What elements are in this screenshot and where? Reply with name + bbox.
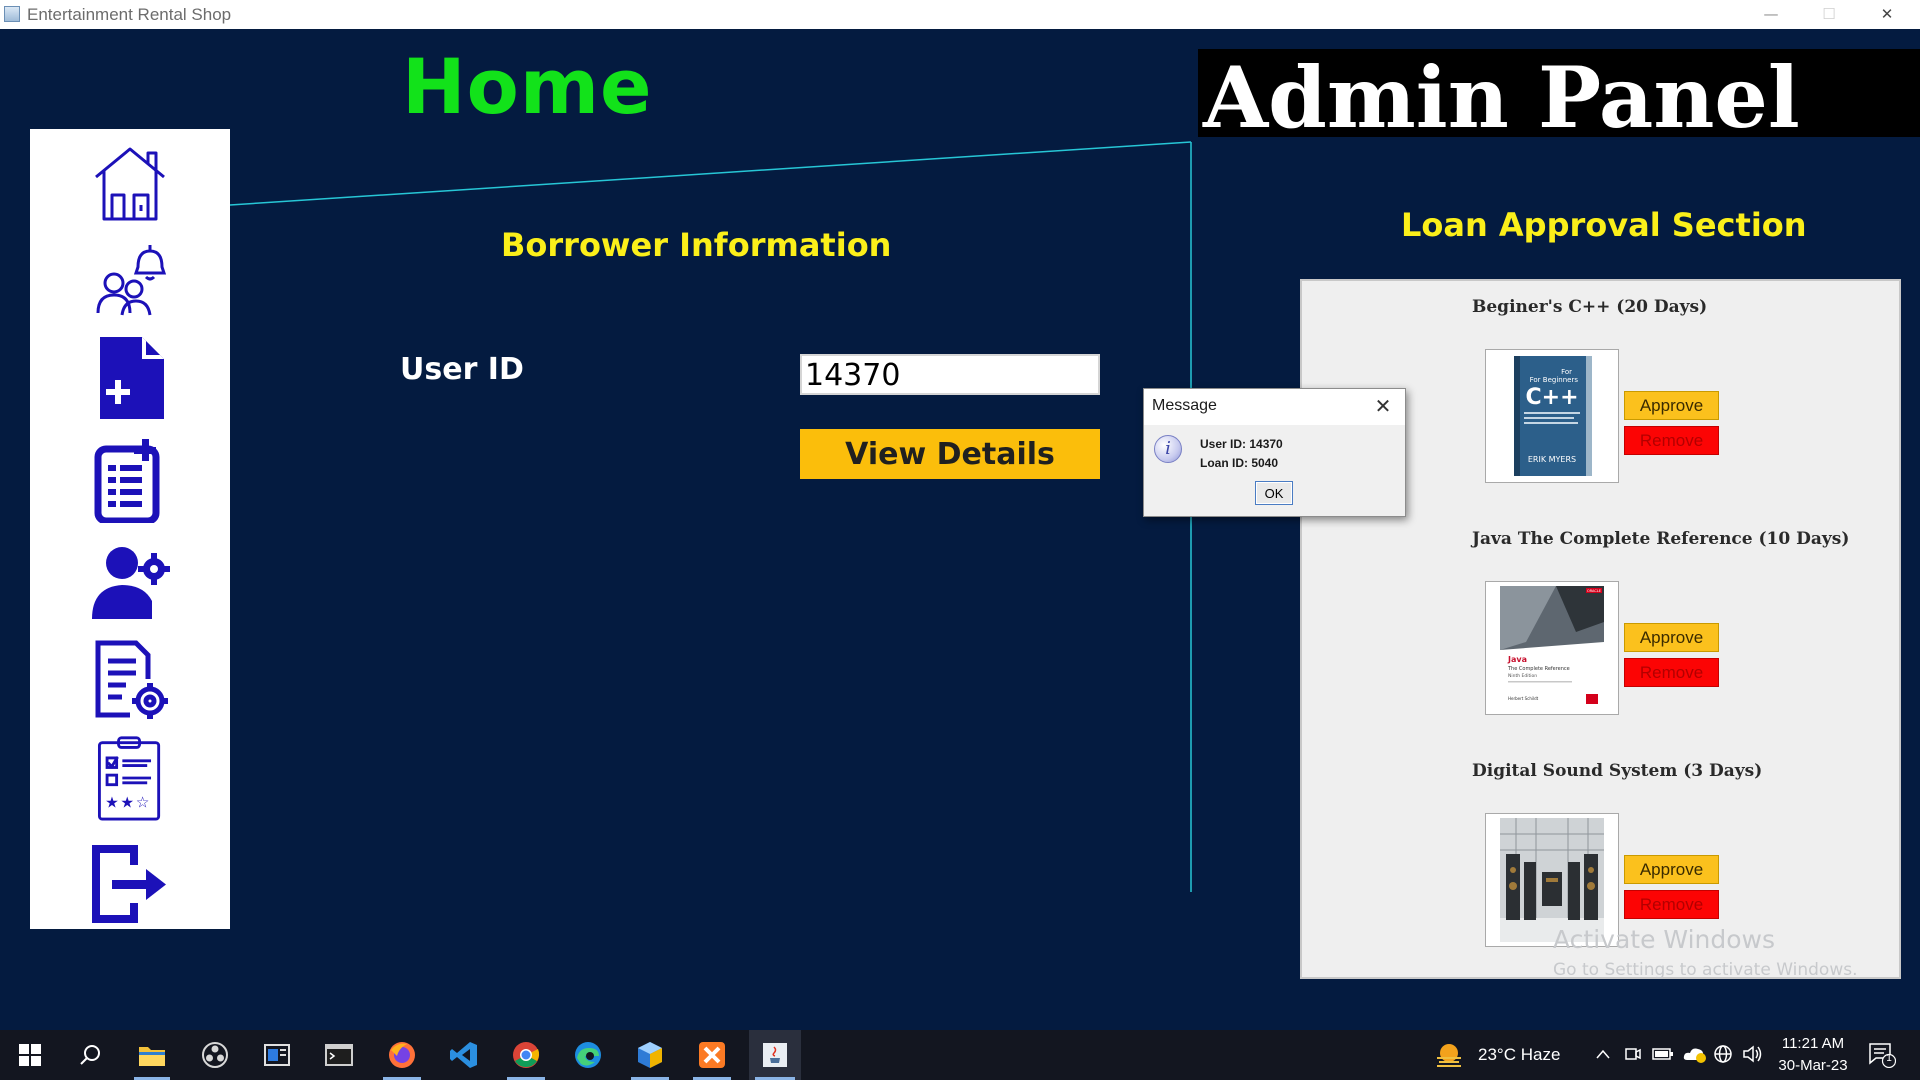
dialog-titlebar: Message ✕ bbox=[1144, 389, 1405, 425]
java-icon bbox=[763, 1043, 787, 1067]
dialog-title: Message bbox=[1152, 397, 1217, 414]
xampp-button[interactable] bbox=[687, 1030, 737, 1080]
battery-icon[interactable] bbox=[1652, 1046, 1674, 1062]
minimize-button[interactable]: — bbox=[1742, 0, 1800, 29]
document-settings-icon[interactable] bbox=[90, 637, 170, 723]
svg-text:★: ★ bbox=[105, 794, 119, 812]
java-book-cover: ORACLE Java The Complete Reference Ninth… bbox=[1485, 581, 1619, 715]
home-icon[interactable] bbox=[90, 139, 170, 225]
window-title: Entertainment Rental Shop bbox=[27, 5, 232, 24]
svg-text:For: For bbox=[1561, 368, 1572, 376]
start-button[interactable] bbox=[0, 1030, 60, 1080]
maximize-button[interactable]: ☐ bbox=[1800, 0, 1858, 29]
loan-approval-heading: Loan Approval Section bbox=[1401, 206, 1807, 244]
xampp-icon bbox=[699, 1042, 725, 1068]
meet-now-icon[interactable] bbox=[1624, 1045, 1642, 1063]
file-explorer-button[interactable] bbox=[128, 1030, 176, 1080]
activate-windows-watermark: Activate Windows bbox=[1553, 925, 1775, 954]
view-details-button[interactable]: View Details bbox=[800, 429, 1100, 479]
loan-item-title: Digital Sound System (3 Days) bbox=[1472, 761, 1763, 781]
svg-text:★: ★ bbox=[120, 794, 134, 812]
java-cover-author: Herbert Schildt bbox=[1508, 696, 1539, 701]
terminal-button[interactable] bbox=[315, 1030, 363, 1080]
vscode-icon bbox=[450, 1042, 477, 1068]
obs-icon bbox=[202, 1042, 228, 1068]
java-cover-edition: Ninth Edition bbox=[1508, 673, 1537, 679]
close-button[interactable]: ✕ bbox=[1858, 0, 1916, 29]
users-notification-icon[interactable] bbox=[90, 239, 170, 325]
user-settings-icon[interactable] bbox=[90, 539, 170, 625]
edge-button[interactable] bbox=[563, 1030, 613, 1080]
rating-clipboard-icon[interactable]: ★ ★ ☆ bbox=[90, 735, 170, 821]
cpp-cover-author: ERIK MYERS bbox=[1528, 455, 1576, 464]
page-title: Home bbox=[402, 42, 653, 131]
approve-button[interactable]: Approve bbox=[1624, 855, 1719, 884]
search-button[interactable] bbox=[62, 1030, 118, 1080]
message-dialog: Message ✕ i User ID: 14370 Loan ID: 5040… bbox=[1143, 388, 1406, 517]
java-cover-subtitle: The Complete Reference bbox=[1507, 666, 1570, 672]
user-id-label: User ID bbox=[400, 352, 524, 387]
dialog-ok-button[interactable]: OK bbox=[1255, 481, 1293, 505]
folder-icon bbox=[139, 1047, 165, 1066]
windows-logo-icon bbox=[19, 1044, 41, 1066]
edge-icon bbox=[575, 1042, 601, 1068]
firefox-icon bbox=[389, 1042, 415, 1068]
approve-button[interactable]: Approve bbox=[1624, 391, 1719, 420]
chevron-up-icon[interactable] bbox=[1595, 1048, 1611, 1060]
cpp-book-cover: For For Beginners C++ ERIK MYERS bbox=[1485, 349, 1619, 483]
firefox-button[interactable] bbox=[377, 1030, 427, 1080]
virtualbox-icon bbox=[638, 1042, 662, 1068]
onedrive-icon[interactable] bbox=[1683, 1044, 1707, 1064]
remove-button[interactable]: Remove bbox=[1624, 658, 1719, 687]
admin-panel-title: Admin Panel bbox=[1203, 48, 1800, 147]
add-document-icon[interactable] bbox=[90, 335, 170, 421]
java-cover-title: Java bbox=[1507, 655, 1527, 664]
clock-date[interactable]: 30-Mar-23 bbox=[1774, 1057, 1852, 1074]
window-titlebar: Entertainment Rental Shop — ☐ ✕ bbox=[0, 0, 1920, 29]
user-id-input[interactable]: 14370 bbox=[800, 354, 1100, 395]
cpp-cover-subtitle: For Beginners bbox=[1530, 376, 1579, 384]
sidebar: ★ ★ ☆ bbox=[30, 129, 230, 929]
clock-time[interactable]: 11:21 AM bbox=[1778, 1035, 1848, 1052]
svg-text:☆: ☆ bbox=[136, 794, 150, 812]
approve-button[interactable]: Approve bbox=[1624, 623, 1719, 652]
news-app-button[interactable] bbox=[253, 1030, 301, 1080]
network-globe-icon[interactable] bbox=[1713, 1044, 1733, 1064]
chrome-icon bbox=[513, 1042, 540, 1068]
notification-count: 1 bbox=[1886, 1053, 1892, 1064]
weather-text[interactable]: 23°C Haze bbox=[1478, 1045, 1560, 1065]
loan-item-title: Java The Complete Reference (10 Days) bbox=[1472, 529, 1850, 549]
remove-button[interactable]: Remove bbox=[1624, 890, 1719, 919]
add-list-icon[interactable] bbox=[90, 437, 170, 523]
volume-icon[interactable] bbox=[1742, 1044, 1764, 1064]
java-cover-brand: ORACLE bbox=[1587, 589, 1601, 593]
dialog-user-id: User ID: 14370 bbox=[1200, 437, 1283, 451]
chrome-button[interactable] bbox=[501, 1030, 551, 1080]
virtualbox-button[interactable] bbox=[625, 1030, 675, 1080]
taskbar: 23°C Haze 11:21 AM 30-Mar-23 1 bbox=[0, 1030, 1920, 1080]
weather-haze-icon bbox=[1437, 1044, 1461, 1067]
terminal-icon bbox=[325, 1044, 353, 1066]
remove-button[interactable]: Remove bbox=[1624, 426, 1719, 455]
info-icon: i bbox=[1154, 435, 1182, 463]
loan-approval-panel: Beginer's C++ (20 Days) For For Beginner… bbox=[1300, 279, 1901, 979]
java-app-button[interactable] bbox=[749, 1030, 801, 1080]
dialog-close-button[interactable]: ✕ bbox=[1368, 394, 1398, 418]
news-icon bbox=[264, 1044, 290, 1066]
cpp-cover-title: C++ bbox=[1525, 385, 1578, 410]
search-icon bbox=[80, 1045, 100, 1065]
vscode-button[interactable] bbox=[439, 1030, 489, 1080]
loan-item-title: Beginer's C++ (20 Days) bbox=[1472, 297, 1708, 317]
dialog-loan-id: Loan ID: 5040 bbox=[1200, 456, 1279, 470]
borrower-heading: Borrower Information bbox=[501, 226, 892, 264]
obs-button[interactable] bbox=[191, 1030, 239, 1080]
activate-windows-subtext: Go to Settings to activate Windows. bbox=[1553, 960, 1858, 980]
logout-icon[interactable] bbox=[90, 841, 170, 927]
java-app-icon bbox=[4, 6, 20, 22]
